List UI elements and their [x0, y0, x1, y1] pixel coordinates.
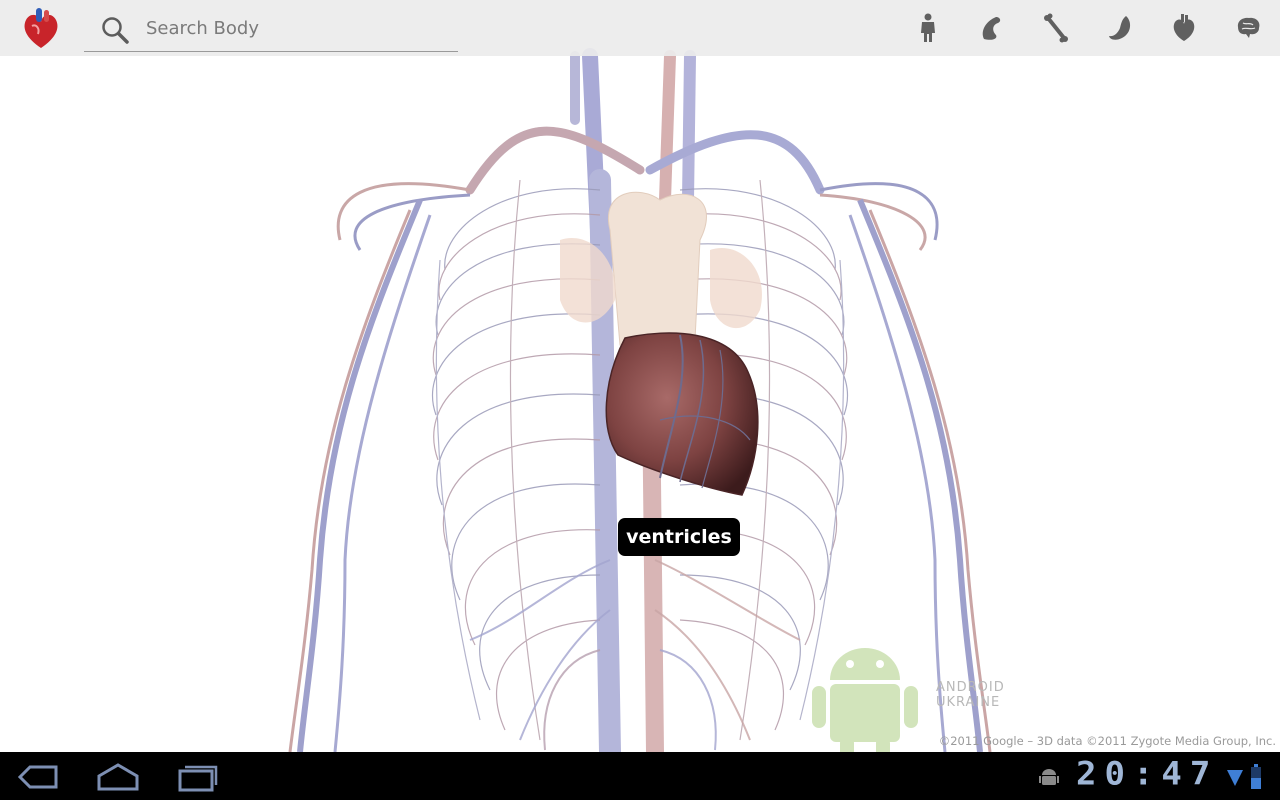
- status-clock: 20:47: [1076, 755, 1219, 793]
- abdominal-vessels: [469, 559, 801, 751]
- bone-icon: [1044, 13, 1068, 43]
- android-debug-icon: [1039, 769, 1059, 785]
- heart-icon: [1173, 14, 1195, 41]
- wifi-icon: [1227, 770, 1243, 786]
- heart-ventricles[interactable]: [605, 332, 759, 496]
- recent-apps-button[interactable]: [176, 762, 220, 792]
- body-viewer[interactable]: ventricles ANDROID UKRAINE ©2011 Google …: [0, 0, 1280, 752]
- home-button[interactable]: [96, 762, 140, 792]
- copyright-notice: ©2011 Google – 3D data ©2011 Zygote Medi…: [938, 734, 1276, 748]
- muscle-layer-button[interactable]: [972, 10, 1012, 46]
- stomach-icon: [1109, 16, 1131, 40]
- system-navigation-bar: 20:47: [0, 752, 1280, 800]
- watermark-text-1: ANDROID: [936, 680, 1005, 695]
- search-field[interactable]: Search Body: [84, 8, 458, 52]
- search-placeholder: Search Body: [146, 18, 260, 39]
- action-bar: Search Body: [0, 0, 1280, 56]
- skeleton-layer-button[interactable]: [1036, 10, 1076, 46]
- heart-logo-icon[interactable]: [20, 4, 62, 52]
- muscle-icon: [982, 17, 1001, 40]
- battery-icon: [1251, 764, 1261, 789]
- back-button[interactable]: [16, 762, 60, 792]
- anatomy-model[interactable]: [0, 0, 1280, 752]
- nervous-layer-button[interactable]: [1228, 10, 1268, 46]
- skin-layer-button[interactable]: [908, 10, 948, 46]
- watermark-text-2: UKRAINE: [936, 695, 1001, 710]
- circulatory-layer-button[interactable]: [1164, 10, 1204, 46]
- search-icon: [102, 17, 129, 44]
- human-figure-icon: [921, 13, 935, 42]
- selected-structure-label: ventricles: [618, 518, 740, 556]
- organ-layer-button[interactable]: [1100, 10, 1140, 46]
- brain-icon: [1237, 17, 1260, 38]
